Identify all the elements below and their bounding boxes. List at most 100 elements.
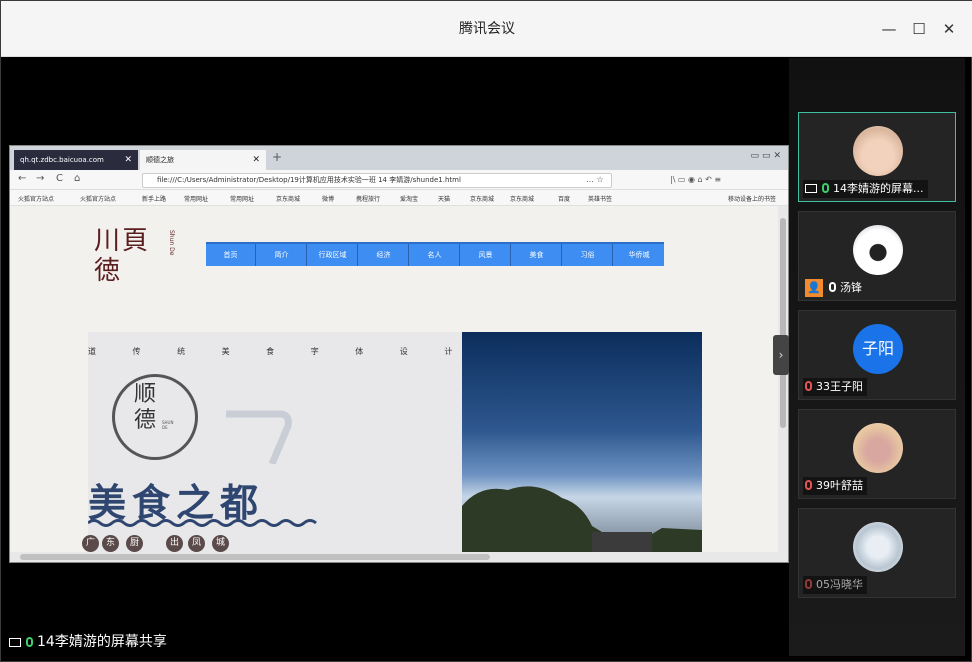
menu-item-overseas-town[interactable]: 华侨城 bbox=[614, 244, 664, 266]
bookmark-item[interactable]: 爱淘宝 bbox=[400, 194, 418, 203]
browser-tab-active[interactable]: 顺德之旅 ✕ bbox=[140, 150, 266, 170]
bookmark-item[interactable]: 火狐官方站点 bbox=[18, 194, 54, 203]
banner-tagline: 道 传 统 美 食 字 体 设 计 bbox=[88, 347, 470, 356]
scenery-photo bbox=[462, 332, 702, 552]
url-text: file:///C:/Users/Administrator/Desktop/1… bbox=[157, 176, 461, 184]
participant-label: 14李婧游的屏幕... bbox=[803, 180, 928, 198]
back-icon[interactable]: ← bbox=[18, 173, 26, 184]
menu-item-custom[interactable]: 习俗 bbox=[563, 244, 613, 266]
bookmark-item[interactable]: 常用网址 bbox=[230, 194, 254, 203]
page-actions-icon[interactable]: … ☆ bbox=[586, 175, 604, 184]
avatar bbox=[853, 522, 903, 572]
forward-icon[interactable]: → bbox=[36, 173, 44, 184]
participant-card[interactable]: 👤 汤锋 bbox=[798, 211, 956, 301]
scroll-thumb[interactable] bbox=[20, 554, 490, 560]
participant-label: 👤 汤锋 bbox=[803, 279, 866, 297]
logo-subtitle: Shun De bbox=[168, 230, 175, 256]
home-icon[interactable]: ⌂ bbox=[74, 173, 80, 184]
decorative-motif bbox=[226, 410, 292, 464]
tab-label: 顺德之旅 bbox=[146, 156, 174, 164]
maximize-button[interactable]: ☐ bbox=[909, 19, 929, 39]
mic-icon bbox=[26, 637, 33, 647]
scroll-thumb[interactable] bbox=[780, 218, 786, 428]
bookmark-item[interactable]: 常用网址 bbox=[184, 194, 208, 203]
avatar: 子阳 bbox=[853, 324, 903, 374]
participant-card[interactable]: 子阳 33王子阳 bbox=[798, 310, 956, 400]
bookmarks-bar: 火狐官方站点 火狐官方站点 新手上路 常用网址 常用网址 京东商城 微博 携程旅… bbox=[10, 190, 788, 206]
mobile-bookmarks[interactable]: 移动设备上的书签 bbox=[728, 194, 776, 203]
site-logo[interactable]: 川頁 徳 Shun De bbox=[94, 226, 190, 286]
participants-panel: 14李婧游的屏幕... 👤 汤锋 子阳 33王子阳 39叶舒喆 05冯晓华 bbox=[789, 58, 965, 656]
menu-item-intro[interactable]: 简介 bbox=[257, 244, 307, 266]
bookmark-item[interactable]: 携程旅行 bbox=[356, 194, 380, 203]
bookmark-item[interactable]: 火狐官方站点 bbox=[80, 194, 116, 203]
food-banner: 道 传 统 美 食 字 体 设 计 顺 德 SHUN DE 美食之都 广 东 厨… bbox=[82, 332, 462, 552]
toolbar-icons[interactable]: |\ ▭ ◉ ⌂ ↶ ≡ bbox=[670, 175, 721, 184]
mic-muted-icon bbox=[805, 480, 812, 490]
menu-item-scenery[interactable]: 风景 bbox=[461, 244, 511, 266]
slogan-char: 厨 bbox=[126, 535, 143, 552]
menu-item-food[interactable]: 美食 bbox=[512, 244, 562, 266]
bookmark-item[interactable]: 京东商城 bbox=[470, 194, 494, 203]
participant-name: 14李婧游的屏幕... bbox=[833, 182, 924, 195]
new-tab-button[interactable]: + bbox=[272, 150, 282, 164]
bookmark-item[interactable]: 天猫 bbox=[438, 194, 450, 203]
minimize-button[interactable]: — bbox=[879, 19, 899, 39]
bookmark-item[interactable]: 京东商城 bbox=[276, 194, 300, 203]
bookmark-item[interactable]: 英雄书签 bbox=[588, 194, 612, 203]
bookmark-item[interactable]: 京东商城 bbox=[510, 194, 534, 203]
participant-label: 05冯晓华 bbox=[803, 576, 867, 594]
slogan-char: 广 bbox=[82, 535, 99, 552]
close-icon[interactable]: ✕ bbox=[252, 150, 260, 170]
tree-silhouette bbox=[462, 486, 702, 552]
mic-icon bbox=[829, 282, 836, 292]
browser-window-controls[interactable]: ▭▭✕ bbox=[750, 151, 784, 161]
slogan-char: 城 bbox=[212, 535, 229, 552]
participant-card[interactable]: 39叶舒喆 bbox=[798, 409, 956, 499]
participant-card[interactable]: 14李婧游的屏幕... bbox=[798, 112, 956, 202]
wave-pattern bbox=[88, 519, 317, 527]
menu-item-people[interactable]: 名人 bbox=[410, 244, 460, 266]
menu-item-economy[interactable]: 经济 bbox=[359, 244, 409, 266]
participant-name: 汤锋 bbox=[840, 281, 862, 294]
tab-label: qh.qt.zdbc.baicuoa.com bbox=[20, 156, 104, 164]
participant-label: 39叶舒喆 bbox=[803, 477, 867, 495]
screen-share-icon bbox=[805, 184, 817, 193]
close-button[interactable]: ✕ bbox=[939, 19, 959, 39]
seal-text: 顺 德 bbox=[134, 382, 157, 433]
host-icon: 👤 bbox=[805, 279, 823, 297]
avatar bbox=[853, 225, 903, 275]
browser-tab[interactable]: qh.qt.zdbc.baicuoa.com ✕ bbox=[14, 150, 138, 170]
shared-screen: qh.qt.zdbc.baicuoa.com ✕ 顺德之旅 ✕ + ▭▭✕ ← … bbox=[9, 145, 789, 563]
close-icon[interactable]: ✕ bbox=[124, 150, 132, 170]
panel-toggle-button[interactable]: › bbox=[773, 335, 789, 375]
horizontal-scrollbar[interactable] bbox=[10, 552, 788, 562]
avatar bbox=[853, 126, 903, 176]
browser-tabbar: qh.qt.zdbc.baicuoa.com ✕ 顺德之旅 ✕ + ▭▭✕ bbox=[10, 146, 788, 170]
titlebar: 腾讯会议 — ☐ ✕ bbox=[1, 1, 972, 57]
participant-label: 33王子阳 bbox=[803, 378, 867, 396]
avatar-text: 子阳 bbox=[861, 339, 894, 358]
bookmark-item[interactable]: 新手上路 bbox=[142, 194, 166, 203]
bookmark-item[interactable]: 百度 bbox=[558, 194, 570, 203]
vertical-scrollbar[interactable] bbox=[778, 206, 788, 552]
participant-card[interactable]: 05冯晓华 bbox=[798, 508, 956, 598]
window-title: 腾讯会议 bbox=[459, 21, 515, 37]
reload-icon[interactable]: C bbox=[56, 173, 63, 184]
participant-name: 39叶舒喆 bbox=[816, 479, 863, 492]
url-bar[interactable]: file:///C:/Users/Administrator/Desktop/1… bbox=[142, 173, 612, 188]
webpage: 川頁 徳 Shun De 首页 简介 行政区域 经济 名人 风景 美食 习俗 华… bbox=[10, 206, 778, 552]
meeting-window: 腾讯会议 — ☐ ✕ qh.qt.zdbc.baicuoa.com ✕ 顺德之旅… bbox=[0, 0, 972, 662]
bookmark-item[interactable]: 微博 bbox=[322, 194, 334, 203]
menu-item-district[interactable]: 行政区域 bbox=[308, 244, 358, 266]
share-status-bar: 14李婧游的屏幕共享 bbox=[9, 631, 167, 651]
site-menu: 首页 简介 行政区域 经济 名人 风景 美食 习俗 华侨城 bbox=[206, 242, 664, 266]
slogan-char: 凤 bbox=[188, 535, 205, 552]
participant-name: 05冯晓华 bbox=[816, 578, 863, 591]
logo-text: 川頁 徳 bbox=[94, 226, 151, 286]
menu-item-home[interactable]: 首页 bbox=[206, 244, 256, 266]
seal-subtext: SHUN DE bbox=[162, 420, 174, 430]
mic-icon bbox=[822, 183, 829, 193]
browser-navbar: ← → C ⌂ file:///C:/Users/Administrator/D… bbox=[10, 170, 788, 190]
mic-muted-icon bbox=[805, 579, 812, 589]
